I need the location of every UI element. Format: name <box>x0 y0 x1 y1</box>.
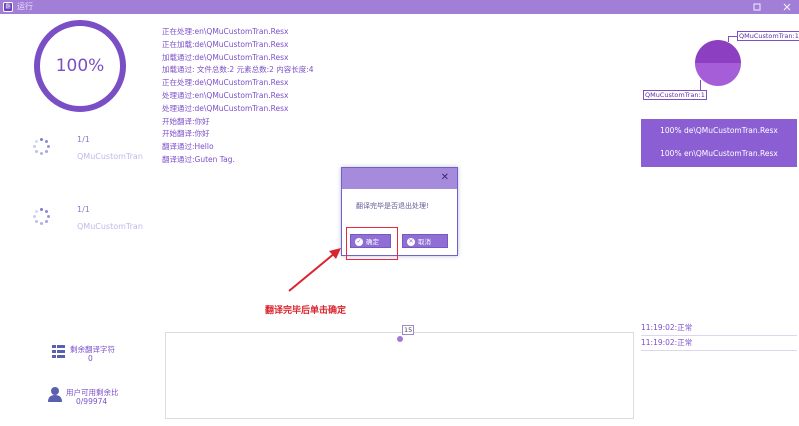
task-count: 1/1 <box>77 135 90 144</box>
process-log: 正在处理:en\QMuCustomTran.Resx 正在加载:de\QMuCu… <box>162 26 314 167</box>
log-line: 开始翻译:你好 <box>162 129 210 139</box>
task-name: QMuCustomTran <box>77 152 143 161</box>
title-bar: 翻 运行 <box>0 0 799 14</box>
log-line: 正在加载:de\QMuCustomTran.Resx <box>162 39 289 49</box>
log-line: 正在处理:de\QMuCustomTran.Resx <box>162 78 289 88</box>
log-line: 翻译通过:Hello <box>162 142 214 152</box>
highlight-box <box>346 227 398 260</box>
pie-slice <box>695 63 741 86</box>
log-line: 处理通过:de\QMuCustomTran.Resx <box>162 103 289 113</box>
log-line: 加载通过: 文件总数:2 元素总数:2 内容长度:4 <box>162 65 314 75</box>
user-icon <box>48 387 62 402</box>
chart-area <box>165 332 634 419</box>
user-ratio-value: 0/99974 <box>76 397 108 406</box>
annotation-arrow-icon <box>288 248 341 292</box>
remaining-value: 0 <box>88 354 93 363</box>
cancel-button-label: 取消 <box>418 238 431 246</box>
pie-label: QMuCustomTran:1 <box>737 31 799 41</box>
status-time-row: 11:19:02:正常 <box>641 321 797 336</box>
app-logo-icon: 翻 <box>3 2 13 12</box>
file-progress-row: 100% de\QMuCustomTran.Resx <box>660 126 778 135</box>
loading-spinner-icon <box>33 208 51 226</box>
cancel-button[interactable]: ✕ 取消 <box>402 234 448 248</box>
log-line: 正在处理:en\QMuCustomTran.Resx <box>162 27 289 36</box>
file-progress-panel: 100% de\QMuCustomTran.Resx 100% en\QMuCu… <box>641 119 797 167</box>
chart-data-label: 15 <box>402 325 415 335</box>
log-line: 加载通过:de\QMuCustomTran.Resx <box>162 52 289 62</box>
loading-spinner-icon <box>33 138 51 156</box>
dialog-header: ✕ <box>342 168 457 189</box>
pie-label: QMuCustomTran:1 <box>643 90 707 100</box>
list-icon <box>52 345 65 358</box>
progress-label: 100% <box>55 56 105 76</box>
annotation-text: 翻译完毕后单击确定 <box>265 306 347 316</box>
status-time-row: 11:19:02:正常 <box>641 336 797 351</box>
log-line: 处理通过:en\QMuCustomTran.Resx <box>162 90 289 100</box>
file-pie-chart <box>695 40 741 86</box>
task-name: QMuCustomTran <box>77 222 143 231</box>
pie-leader-line <box>728 36 729 42</box>
restore-icon[interactable] <box>752 2 762 12</box>
window-title: 运行 <box>17 2 33 11</box>
pie-slice <box>695 40 741 63</box>
log-line: 开始翻译:你好 <box>162 116 210 126</box>
log-line: 翻译通过:Guten Tag. <box>162 154 235 164</box>
close-icon[interactable] <box>782 2 792 12</box>
file-progress-row: 100% en\QMuCustomTran.Resx <box>660 149 778 158</box>
chart-point <box>397 336 403 342</box>
task-count: 1/1 <box>77 205 90 214</box>
dialog-message: 翻译完毕是否退出处理! <box>356 202 429 210</box>
close-icon[interactable]: ✕ <box>441 172 449 184</box>
cancel-icon: ✕ <box>407 238 415 246</box>
